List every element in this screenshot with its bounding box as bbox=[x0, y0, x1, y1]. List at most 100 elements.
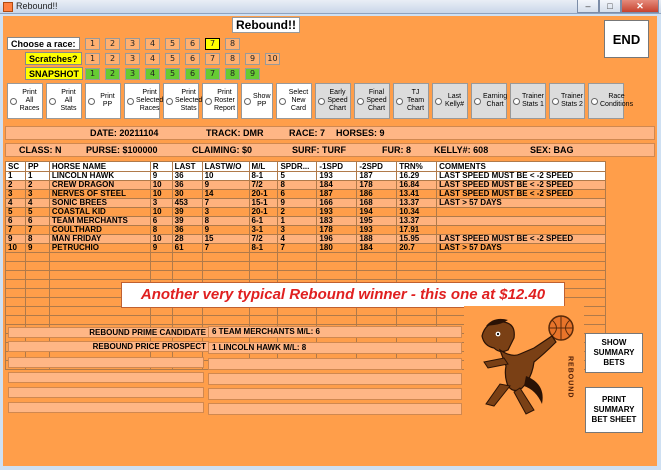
option-select-new-card[interactable]: Select New Card bbox=[276, 83, 312, 119]
minimize-button[interactable]: – bbox=[577, 0, 599, 13]
option-print-selected-races[interactable]: Print Selected Races bbox=[124, 83, 163, 119]
radio-icon[interactable] bbox=[88, 97, 95, 105]
snapshot-button-9[interactable]: 9 bbox=[245, 68, 260, 80]
table-cell bbox=[277, 315, 318, 325]
column-header[interactable]: COMMENTS bbox=[436, 161, 606, 172]
radio-icon[interactable] bbox=[10, 97, 17, 105]
table-row[interactable]: 4 4 SONIC BREES 3 453 7 15-1 9 166 168 13.37 LAST >… bbox=[5, 198, 606, 208]
scratch-button-9[interactable]: 9 bbox=[245, 53, 260, 65]
option-final-speed-chart[interactable]: Final Speed Chart bbox=[354, 83, 390, 119]
table-cell bbox=[171, 261, 203, 271]
radio-icon[interactable] bbox=[435, 97, 442, 105]
snapshot-button-1[interactable]: 1 bbox=[85, 68, 100, 80]
table-cell: 28 bbox=[171, 234, 203, 244]
table-row[interactable]: 6 6 TEAM MERCHANTS 6 39 8 6-1 1 183 195 13.37 bbox=[5, 216, 606, 226]
snapshot-button-6[interactable]: 6 bbox=[185, 68, 200, 80]
radio-icon[interactable] bbox=[244, 97, 251, 105]
option-race-conditions[interactable]: Race Conditions bbox=[588, 83, 633, 119]
table-cell: 20.7 bbox=[396, 243, 438, 253]
option-trainer-stats-1[interactable]: Trainer Stats 1 bbox=[510, 83, 546, 119]
end-button[interactable]: END bbox=[604, 20, 649, 58]
table-row[interactable]: 2 2 CREW DRAGON 10 36 9 7/2 8 184 178 16.84 LAST SP… bbox=[5, 180, 606, 190]
table-cell: 2 bbox=[5, 180, 26, 190]
table-row[interactable]: 7 7 COULTHARD 8 36 9 3-1 3 178 193 17.91 bbox=[5, 225, 606, 235]
race-button-1[interactable]: 1 bbox=[85, 38, 100, 50]
table-row[interactable]: 9 8 MAN FRIDAY 10 28 15 7/2 4 196 188 15.95 LAST SP… bbox=[5, 234, 606, 244]
table-row[interactable]: 10 9 PETRUCHIO 9 61 7 8-1 7 180 184 20.7 LAST > 57 … bbox=[5, 243, 606, 253]
empty-table-row bbox=[5, 261, 606, 271]
option-early-speed-chart[interactable]: Early Speed Chart bbox=[315, 83, 351, 119]
option-tj-team-chart[interactable]: TJ Team Chart bbox=[393, 83, 429, 119]
race-button-5[interactable]: 5 bbox=[165, 38, 180, 50]
radio-icon[interactable] bbox=[127, 97, 134, 105]
option-print-selected-stats[interactable]: Print Selected Stats bbox=[163, 83, 202, 119]
radio-icon[interactable] bbox=[552, 97, 559, 105]
radio-icon[interactable] bbox=[166, 97, 173, 105]
column-header[interactable]: TRN% bbox=[396, 161, 438, 172]
race-button-2[interactable]: 2 bbox=[105, 38, 120, 50]
option-last-kelly[interactable]: Last Kelly# bbox=[432, 83, 468, 119]
snapshot-button-5[interactable]: 5 bbox=[165, 68, 180, 80]
empty-value-slot bbox=[208, 388, 462, 400]
race-button-8[interactable]: 8 bbox=[225, 38, 240, 50]
snapshot-button-3[interactable]: 3 bbox=[125, 68, 140, 80]
radio-icon[interactable] bbox=[49, 97, 56, 105]
radio-icon[interactable] bbox=[513, 97, 520, 105]
radio-icon[interactable] bbox=[396, 97, 403, 105]
column-header[interactable]: HORSE NAME bbox=[48, 161, 151, 172]
column-header[interactable]: SC bbox=[5, 161, 26, 172]
snapshot-button-4[interactable]: 4 bbox=[145, 68, 160, 80]
column-header[interactable]: M/L bbox=[248, 161, 279, 172]
snapshot-button-8[interactable]: 8 bbox=[225, 68, 240, 80]
option-earning-chart[interactable]: Earning Chart bbox=[471, 83, 507, 119]
option-print-all-races[interactable]: Print All Races bbox=[7, 83, 43, 119]
scratch-button-8[interactable]: 8 bbox=[225, 53, 240, 65]
race-button-4[interactable]: 4 bbox=[145, 38, 160, 50]
snapshot-button-2[interactable]: 2 bbox=[105, 68, 120, 80]
column-header[interactable]: R bbox=[149, 161, 173, 172]
option-print-all-stats[interactable]: Print All Stats bbox=[46, 83, 82, 119]
radio-icon[interactable] bbox=[357, 97, 364, 105]
option-show-pp[interactable]: Show PP bbox=[241, 83, 273, 119]
table-row[interactable]: 1 1 LINCOLN HAWK 9 36 10 8-1 5 193 187 16.29 LAST S… bbox=[5, 171, 606, 181]
scratch-button-7[interactable]: 7 bbox=[205, 53, 220, 65]
table-cell bbox=[5, 315, 26, 325]
race-button-6[interactable]: 6 bbox=[185, 38, 200, 50]
column-header[interactable]: -2SPD bbox=[356, 161, 398, 172]
race-button-3[interactable]: 3 bbox=[125, 38, 140, 50]
option-print-roster-report[interactable]: Print Roster Report bbox=[202, 83, 238, 119]
table-row[interactable]: 3 3 NERVES OF STEEL 10 30 14 20-1 6 187 186 13.41 L… bbox=[5, 189, 606, 199]
scratch-button-6[interactable]: 6 bbox=[185, 53, 200, 65]
scratch-button-3[interactable]: 3 bbox=[125, 53, 140, 65]
close-button[interactable]: ✕ bbox=[621, 0, 659, 13]
scratch-button-5[interactable]: 5 bbox=[165, 53, 180, 65]
table-cell: 61 bbox=[171, 243, 203, 253]
table-cell: 453 bbox=[171, 198, 203, 208]
show-summary-bets-button[interactable]: SHOW SUMMARY BETS bbox=[585, 333, 643, 373]
table-cell: 4 bbox=[24, 198, 50, 208]
maximize-button[interactable]: □ bbox=[599, 0, 621, 13]
radio-icon[interactable] bbox=[474, 97, 481, 105]
radio-icon[interactable] bbox=[279, 97, 286, 105]
scratch-button-4[interactable]: 4 bbox=[145, 53, 160, 65]
race-button-7[interactable]: 7 bbox=[205, 38, 220, 50]
column-header[interactable]: PP bbox=[24, 161, 50, 172]
column-header[interactable]: SPDR... bbox=[277, 161, 318, 172]
column-header[interactable]: LASTW/O bbox=[201, 161, 250, 172]
option-trainer-stats-2[interactable]: Trainer Stats 2 bbox=[549, 83, 585, 119]
snapshot-button-7[interactable]: 7 bbox=[205, 68, 220, 80]
column-header[interactable]: -1SPD bbox=[316, 161, 358, 172]
option-print-pp[interactable]: Print PP bbox=[85, 83, 121, 119]
radio-icon[interactable] bbox=[318, 97, 325, 105]
scratch-button-2[interactable]: 2 bbox=[105, 53, 120, 65]
race-horses: HORSES: 9 bbox=[336, 128, 385, 138]
table-cell: 2 bbox=[277, 207, 318, 217]
column-header[interactable]: LAST bbox=[171, 161, 203, 172]
scratch-button-10[interactable]: 10 bbox=[265, 53, 280, 65]
print-summary-bet-sheet-button[interactable]: PRINT SUMMARY BET SHEET bbox=[585, 387, 643, 433]
table-row[interactable]: 5 5 COASTAL KID 10 39 3 20-1 2 193 194 10.34 bbox=[5, 207, 606, 217]
radio-icon[interactable] bbox=[591, 97, 598, 105]
table-cell bbox=[24, 297, 50, 307]
radio-icon[interactable] bbox=[205, 97, 212, 105]
scratch-button-1[interactable]: 1 bbox=[85, 53, 100, 65]
